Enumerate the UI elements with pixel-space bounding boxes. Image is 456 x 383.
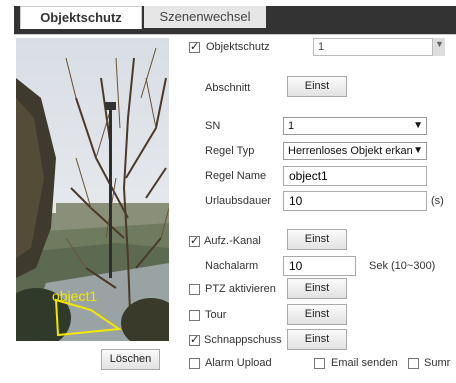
objektschutz-checkbox[interactable]: ✓ [189, 41, 200, 53]
chevron-down-icon: ▼ [435, 39, 444, 49]
email-checkbox[interactable] [314, 358, 325, 369]
nachalarm-label: Nachalarm [205, 260, 259, 272]
sn-label: SN [205, 120, 221, 132]
ptz-settings-button[interactable]: Einst [287, 278, 347, 299]
chevron-down-icon: ▼ [413, 120, 423, 131]
sn-select[interactable]: 1 ▼ [283, 117, 427, 135]
aufz-kanal-label: Aufz.-Kanal [204, 235, 261, 247]
summer-checkbox[interactable] [408, 358, 419, 369]
objektschutz-select[interactable]: 1 [313, 38, 443, 56]
alarm-upload-checkbox[interactable] [189, 358, 200, 369]
tab-divider [14, 34, 456, 35]
tour-label: Tour [205, 309, 227, 321]
tab-objektschutz[interactable]: Objektschutz [20, 6, 142, 29]
video-preview[interactable]: object1 [16, 38, 169, 341]
schnappschuss-settings-button[interactable]: Einst [287, 329, 347, 350]
email-label: Email senden [331, 357, 398, 369]
regel-typ-select[interactable]: Herrenloses Objekt erkan ▼ [283, 142, 427, 160]
objektschutz-dropdown-button[interactable]: ▼ [432, 38, 445, 56]
urlaubsdauer-label: Urlaubsdauer [205, 195, 272, 207]
delete-button[interactable]: Löschen [101, 349, 160, 370]
objektschutz-label: Objektschutz [206, 41, 270, 53]
ptz-checkbox[interactable] [189, 284, 200, 295]
object-region-label: object1 [52, 288, 98, 304]
chevron-down-icon: ▼ [412, 143, 423, 159]
aufz-kanal-settings-button[interactable]: Einst [287, 229, 347, 250]
tour-checkbox[interactable] [189, 310, 200, 321]
summer-label: Sumr [424, 357, 451, 369]
alarm-upload-label: Alarm Upload [205, 357, 272, 369]
schnappschuss-checkbox[interactable]: ✓ [189, 334, 200, 346]
schnappschuss-label: Schnappschuss [204, 334, 282, 346]
regel-name-label: Regel Name [205, 170, 267, 182]
aufz-kanal-checkbox[interactable]: ✓ [189, 235, 200, 247]
nachalarm-input[interactable]: 10 [283, 256, 356, 276]
abschnitt-settings-button[interactable]: Einst [287, 76, 347, 97]
ptz-label: PTZ aktivieren [205, 283, 276, 295]
urlaubsdauer-input[interactable]: 10 [283, 191, 427, 211]
abschnitt-label: Abschnitt [205, 82, 251, 94]
tour-settings-button[interactable]: Einst [287, 304, 347, 325]
urlaubsdauer-unit: (s) [431, 195, 444, 207]
nachalarm-unit: Sek (10~300) [369, 260, 436, 272]
tab-szenenwechsel[interactable]: Szenenwechsel [144, 6, 266, 28]
regel-name-input[interactable]: object1 [283, 166, 427, 186]
regel-typ-label: Regel Typ [205, 145, 255, 157]
